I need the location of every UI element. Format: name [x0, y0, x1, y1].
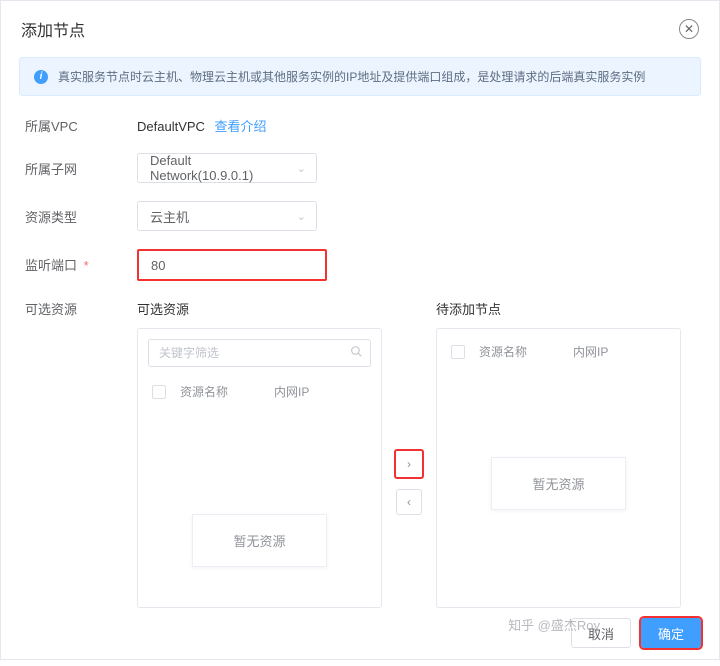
label-restype: 资源类型: [25, 201, 137, 226]
panel-available-title: 可选资源: [137, 299, 382, 318]
label-subnet: 所属子网: [25, 153, 137, 178]
chevron-right-icon: ›: [407, 457, 411, 471]
form-body: 所属VPC DefaultVPC 查看介绍 所属子网 Default Netwo…: [1, 110, 719, 608]
restype-select[interactable]: 云主机 ⌄: [137, 201, 317, 231]
chevron-left-icon: ‹: [407, 495, 411, 509]
available-search: [148, 339, 371, 367]
port-input[interactable]: [137, 249, 327, 281]
search-icon: [350, 345, 363, 361]
move-left-button[interactable]: ‹: [396, 489, 422, 515]
col-resource-name: 资源名称: [479, 343, 559, 360]
empty-card: 暂无资源: [192, 514, 326, 567]
row-restype: 资源类型 云主机 ⌄: [25, 201, 695, 231]
pending-columns: 资源名称 内网IP: [447, 339, 670, 370]
confirm-button[interactable]: 确定: [641, 618, 701, 648]
transfer-body: 可选资源 资源名称 内网IP: [137, 299, 695, 608]
subnet-value: Default Network(10.9.0.1): [150, 153, 288, 183]
row-port: 监听端口 *: [25, 249, 695, 281]
col-resource-name: 资源名称: [180, 383, 260, 400]
restype-value: 云主机: [150, 207, 189, 226]
panel-available-box: 资源名称 内网IP 暂无资源: [137, 328, 382, 608]
select-all-checkbox[interactable]: [451, 345, 465, 359]
subnet-select[interactable]: Default Network(10.9.0.1) ⌄: [137, 153, 317, 183]
pending-empty: 暂无资源: [447, 370, 670, 597]
modal-header: 添加节点 ✕: [1, 1, 719, 57]
available-columns: 资源名称 内网IP: [148, 377, 371, 410]
modal-title: 添加节点: [21, 17, 85, 41]
label-port: 监听端口 *: [25, 249, 137, 274]
panel-pending: 待添加节点 资源名称 内网IP 暂无资源: [436, 299, 681, 608]
row-vpc: 所属VPC DefaultVPC 查看介绍: [25, 110, 695, 135]
row-subnet: 所属子网 Default Network(10.9.0.1) ⌄: [25, 153, 695, 183]
row-transfer: 可选资源 可选资源 资源名称 内网I: [25, 299, 695, 608]
alert-text: 真实服务节点时云主机、物理云主机或其他服务实例的IP地址及提供端口组成，是处理请…: [58, 68, 645, 85]
panel-available: 可选资源 资源名称 内网IP: [137, 299, 382, 608]
search-input[interactable]: [148, 339, 371, 367]
chevron-down-icon: ⌄: [297, 210, 306, 223]
panel-pending-box: 资源名称 内网IP 暂无资源: [436, 328, 681, 608]
required-mark: *: [84, 258, 89, 273]
transfer-buttons: › ‹: [382, 449, 436, 515]
close-icon: ✕: [684, 22, 694, 36]
panel-pending-title: 待添加节点: [436, 299, 681, 318]
move-right-button[interactable]: ›: [394, 449, 424, 479]
vpc-intro-link[interactable]: 查看介绍: [215, 119, 267, 134]
modal-footer: 取消 确定: [1, 608, 719, 666]
select-all-checkbox[interactable]: [152, 385, 166, 399]
col-intranet-ip: 内网IP: [573, 343, 666, 360]
add-node-modal: 添加节点 ✕ i 真实服务节点时云主机、物理云主机或其他服务实例的IP地址及提供…: [0, 0, 720, 660]
empty-card: 暂无资源: [491, 457, 625, 510]
available-empty: 暂无资源: [148, 410, 371, 597]
cancel-button[interactable]: 取消: [571, 618, 631, 648]
close-button[interactable]: ✕: [679, 19, 699, 39]
label-vpc: 所属VPC: [25, 110, 137, 135]
col-intranet-ip: 内网IP: [274, 383, 367, 400]
chevron-down-icon: ⌄: [297, 162, 306, 175]
info-icon: i: [34, 70, 48, 84]
info-alert: i 真实服务节点时云主机、物理云主机或其他服务实例的IP地址及提供端口组成，是处…: [19, 57, 701, 96]
label-transfer: 可选资源: [25, 299, 137, 608]
vpc-name: DefaultVPC: [137, 119, 205, 134]
value-vpc: DefaultVPC 查看介绍: [137, 110, 695, 135]
